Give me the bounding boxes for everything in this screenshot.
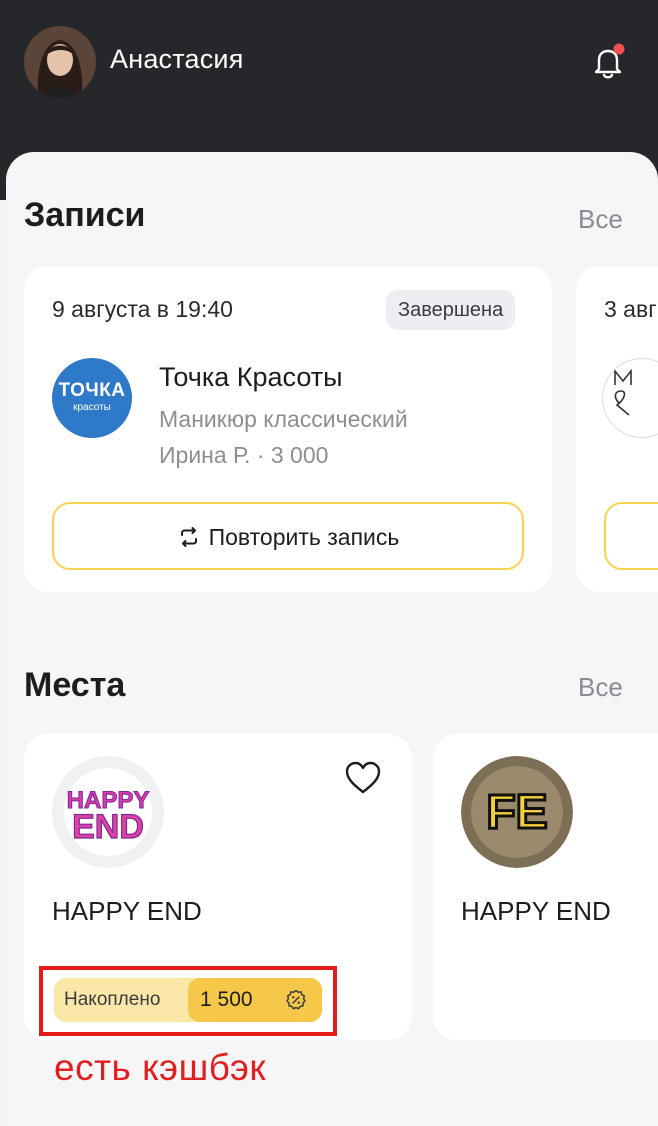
bell-icon[interactable] [588, 42, 628, 82]
bookings-title: Записи [24, 196, 146, 234]
place-name-2: HAPPY END [461, 896, 611, 926]
annotation-frame [39, 966, 337, 1036]
repeat-booking-label: Повторить запись [208, 524, 400, 550]
place-logo-text-2: FE [486, 786, 547, 839]
repeat-icon [177, 525, 201, 549]
places-title: Места [24, 666, 126, 704]
bookings-all-link[interactable]: Все [578, 204, 623, 235]
place-card-2[interactable]: FE HAPPY END [433, 734, 658, 1040]
user-avatar[interactable] [24, 26, 96, 98]
booking-date-2: 3 авг [604, 296, 657, 322]
annotation-note: есть кэшбэк [54, 1047, 267, 1088]
favorite-heart-icon[interactable] [344, 760, 382, 796]
booking-card[interactable]: 9 августа в 19:40 Завершена ТОЧКА красот… [24, 266, 552, 592]
master-price: Ирина Р. · 3 000 [159, 442, 329, 468]
salon-logo-2 [602, 358, 658, 438]
booking-card-2[interactable]: 3 авг [576, 266, 658, 592]
place-logo-bottom: END [72, 808, 144, 846]
salon-logo-text: ТОЧКА [58, 380, 126, 401]
place-logo: HAPPY END [52, 756, 164, 868]
salon-name: Точка Красоты [159, 362, 343, 392]
salon-logo-subtext: красоты [73, 402, 111, 413]
booking-date: 9 августа в 19:40 [52, 296, 233, 322]
place-logo-2: FE [461, 756, 573, 868]
repeat-booking-button-2[interactable] [604, 502, 658, 570]
status-badge: Завершена [386, 290, 516, 330]
notification-dot [613, 43, 625, 55]
service-name: Маникюр классический [159, 406, 408, 432]
user-name[interactable]: Анастасия [110, 44, 244, 75]
repeat-booking-button[interactable]: Повторить запись [52, 502, 524, 570]
place-name: HAPPY END [52, 896, 202, 926]
places-all-link[interactable]: Все [578, 672, 623, 703]
salon-logo: ТОЧКА красоты [52, 358, 132, 438]
